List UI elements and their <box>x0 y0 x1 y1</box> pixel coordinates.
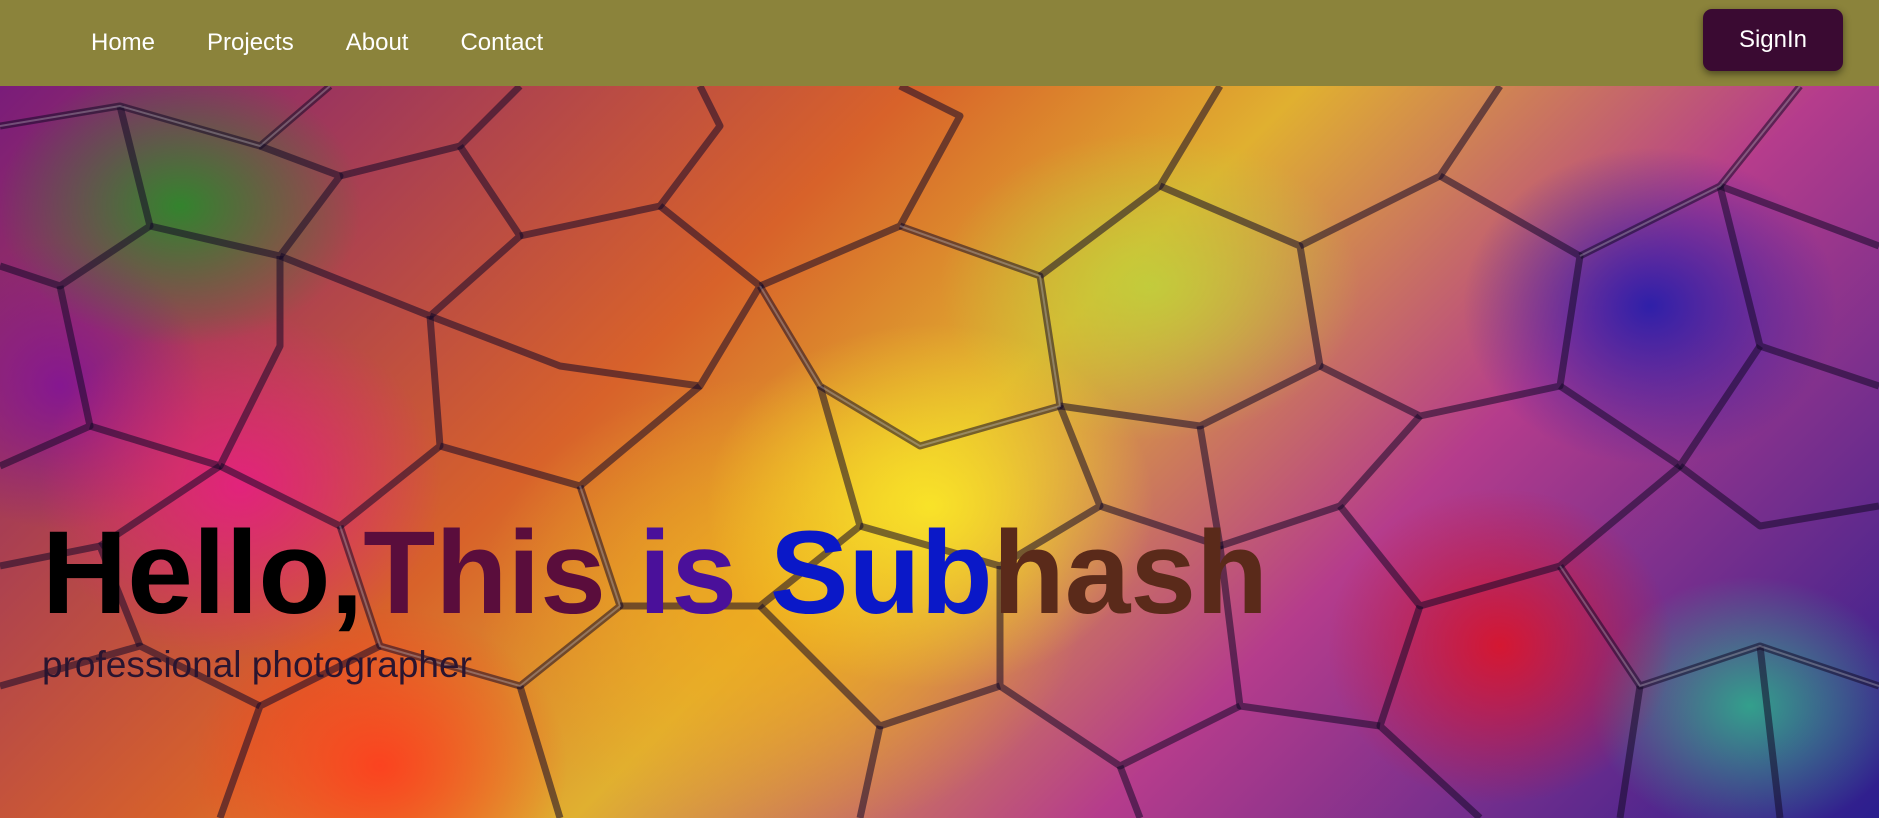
hero-title-part: This <box>363 507 606 639</box>
nav-link-projects[interactable]: Projects <box>207 29 294 57</box>
hero-background-image <box>0 86 1879 818</box>
hero-subtitle: professional photographer <box>42 644 472 685</box>
hero-section: Hello,This is Subhash professional photo… <box>0 86 1879 818</box>
hero-text: Hello,This is Subhash professional photo… <box>42 514 1268 686</box>
hero-title-part: hash <box>992 507 1269 639</box>
top-navbar: Home Projects About Contact SignIn <box>0 0 1879 86</box>
hero-title-part: Hello, <box>42 507 364 639</box>
hero-title: Hello,This is Subhash <box>42 514 1268 632</box>
hero-title-part: is <box>605 507 770 639</box>
nav-links: Home Projects About Contact <box>91 29 595 57</box>
nav-link-home[interactable]: Home <box>91 29 155 57</box>
nav-link-contact[interactable]: Contact <box>460 29 543 57</box>
signin-button[interactable]: SignIn <box>1703 9 1843 71</box>
hero-title-part: Sub <box>769 507 993 639</box>
nav-link-about[interactable]: About <box>346 29 409 57</box>
